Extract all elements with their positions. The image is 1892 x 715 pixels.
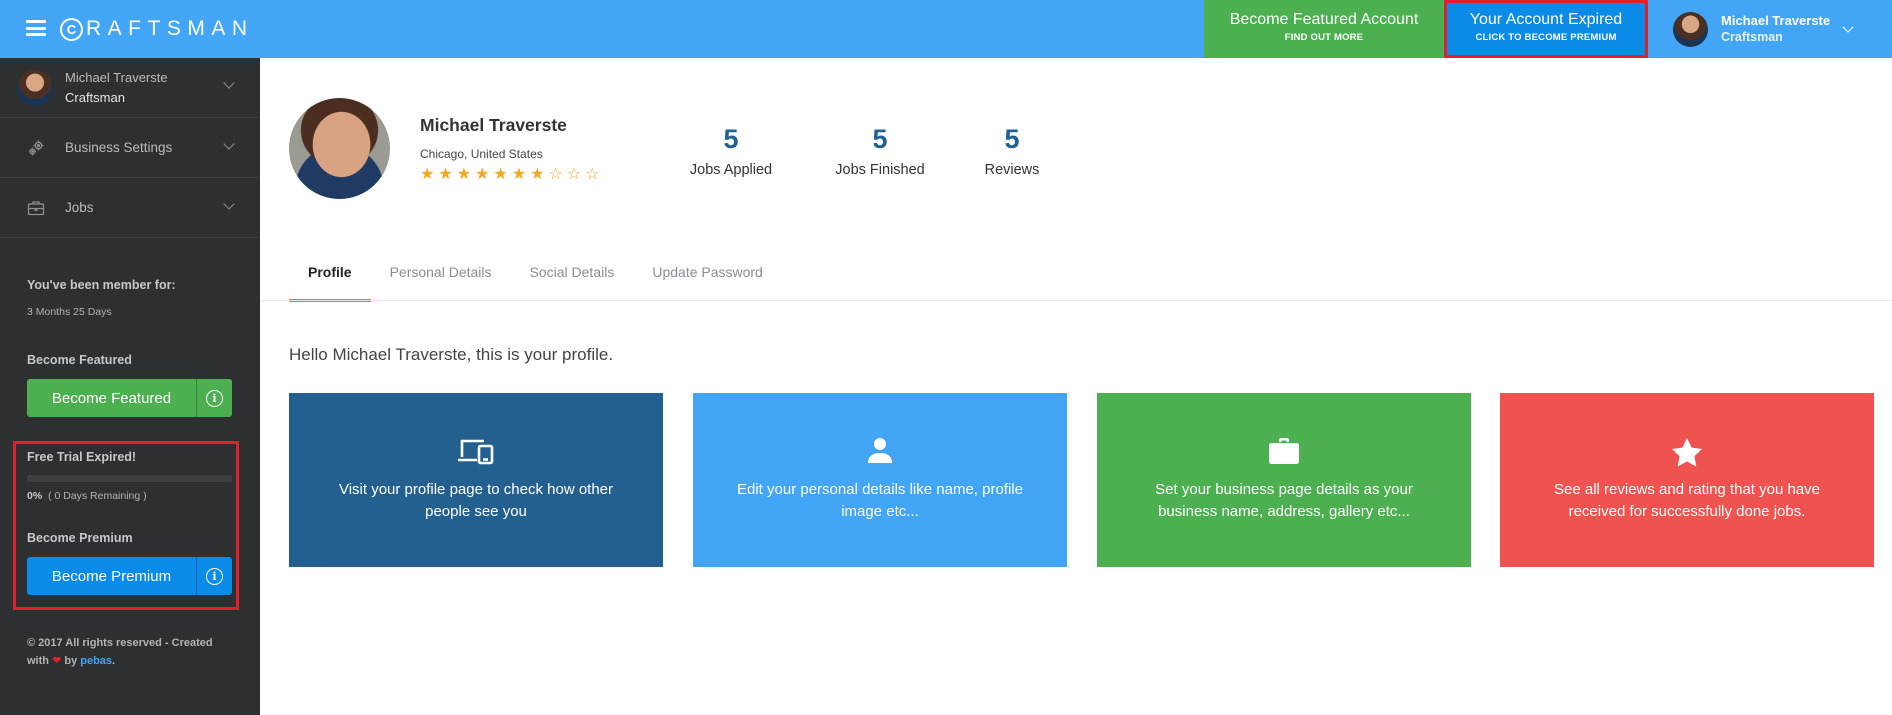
featured-subtitle: FIND OUT MORE <box>1284 32 1364 43</box>
info-icon: i <box>206 389 223 407</box>
star-filled-icon: ★ <box>456 166 472 183</box>
premium-info-button[interactable]: i <box>196 557 232 595</box>
sidebar: Michael Traverste Craftsman Business Set… <box>0 58 260 715</box>
sidebar-item-label: Business Settings <box>65 140 173 155</box>
greeting-text: Hello Michael Traverste, this is your pr… <box>289 345 614 364</box>
stat-jobs-finished: 5 Jobs Finished <box>810 124 950 178</box>
user-icon <box>693 437 1067 463</box>
become-premium-label: Become Premium <box>51 567 172 585</box>
logo-text: RAFTSMAN <box>86 17 254 40</box>
tabs-divider <box>260 300 1892 301</box>
tab-social-details[interactable]: Social Details <box>511 264 634 301</box>
logo-mark: C <box>60 17 83 41</box>
stat-value: 5 <box>872 124 888 154</box>
trial-progress-bar <box>27 475 232 482</box>
become-premium-title: Become Premium <box>27 531 133 545</box>
chevron-down-icon <box>1842 20 1854 33</box>
sidebar-user[interactable]: Michael Traverste Craftsman <box>0 58 260 118</box>
gears-icon <box>26 138 46 158</box>
become-featured-label: Become Featured <box>51 389 172 407</box>
stat-jobs-applied: 5 Jobs Applied <box>661 124 801 178</box>
footer-author-link[interactable]: pebas <box>80 655 112 667</box>
star-empty-icon: ☆ <box>566 166 582 183</box>
member-duration: 3 Months 25 Days <box>27 306 112 318</box>
profile-location: Chicago, United States <box>420 147 543 161</box>
become-featured-account-button[interactable]: Become Featured Account FIND OUT MORE <box>1204 0 1444 58</box>
expired-subtitle: CLICK TO BECOME PREMIUM <box>1475 32 1617 43</box>
profile-name: Michael Traverste <box>420 115 567 135</box>
tab-profile[interactable]: Profile <box>289 264 371 302</box>
user-menu[interactable]: Michael Traverste Craftsman <box>1650 0 1892 58</box>
star-filled-icon: ★ <box>438 166 453 183</box>
menu-icon[interactable] <box>26 20 46 36</box>
sidebar-item-jobs[interactable]: Jobs <box>0 178 260 238</box>
stat-label: Jobs Applied <box>689 162 773 178</box>
expired-title: Your Account Expired <box>1469 11 1623 28</box>
card-view-profile[interactable]: Visit your profile page to check how oth… <box>289 393 663 567</box>
sidebar-user-role: Craftsman <box>65 89 125 105</box>
devices-icon <box>289 437 663 465</box>
stat-reviews: 5 Reviews <box>942 124 1082 178</box>
become-premium-button[interactable]: Become Premium i <box>27 557 232 595</box>
footer-period: . <box>112 655 116 667</box>
footer-by: by <box>64 655 78 667</box>
card-text: Edit your personal details like name, pr… <box>737 481 1023 520</box>
trial-title: Free Trial Expired! <box>27 450 137 464</box>
trial-remaining: 0% ( 0 Days Remaining ) <box>27 490 147 502</box>
trial-days-remaining: ( 0 Days Remaining ) <box>48 490 147 502</box>
avatar <box>1673 11 1708 47</box>
chevron-down-icon <box>223 198 235 210</box>
trial-percent: 0% <box>27 490 43 502</box>
tab-personal-details[interactable]: Personal Details <box>371 264 511 301</box>
card-text: See all reviews and rating that you have… <box>1554 481 1820 520</box>
stat-label: Reviews <box>984 162 1040 178</box>
profile-tabs: Profile Personal Details Social Details … <box>289 264 782 302</box>
briefcase-icon <box>26 198 46 218</box>
sidebar-item-business-settings[interactable]: Business Settings <box>0 118 260 178</box>
profile-avatar <box>289 98 390 199</box>
star-filled-icon: ★ <box>420 166 435 183</box>
sidebar-item-label: Jobs <box>65 200 94 215</box>
sidebar-user-name: Michael Traverste <box>65 69 168 85</box>
heart-icon: ❤ <box>52 655 62 667</box>
account-expired-button[interactable]: Your Account Expired CLICK TO BECOME PRE… <box>1444 0 1648 58</box>
card-text: Visit your profile page to check how oth… <box>338 481 614 520</box>
featured-info-button[interactable]: i <box>196 379 232 417</box>
star-empty-icon: ☆ <box>585 166 600 183</box>
become-featured-button[interactable]: Become Featured i <box>27 379 232 417</box>
member-title: You've been member for: <box>27 278 176 292</box>
star-filled-icon: ★ <box>493 166 508 183</box>
card-reviews[interactable]: See all reviews and rating that you have… <box>1500 393 1874 567</box>
card-text: Set your business page details as your b… <box>1155 481 1413 520</box>
user-name: Michael Traverste <box>1721 13 1831 28</box>
star-empty-icon: ☆ <box>548 166 563 183</box>
become-featured-title: Become Featured <box>27 353 132 367</box>
chevron-down-icon <box>223 77 235 89</box>
top-navbar: C RAFTSMAN Become Featured Account FIND … <box>0 0 1892 58</box>
card-business-details[interactable]: Set your business page details as your b… <box>1097 393 1471 567</box>
rating-stars: ★ ★ ★ ★ ★ ★ ★ ☆ ☆ ☆ <box>420 166 599 184</box>
stat-value: 5 <box>1004 124 1020 154</box>
briefcase-icon <box>1097 437 1471 465</box>
info-icon: i <box>206 567 223 585</box>
avatar <box>17 69 53 106</box>
star-filled-icon: ★ <box>475 166 490 183</box>
star-icon <box>1500 437 1874 467</box>
star-filled-icon: ★ <box>511 166 527 183</box>
logo[interactable]: C RAFTSMAN <box>60 14 254 44</box>
stat-value: 5 <box>723 124 739 154</box>
sidebar-footer: © 2017 All rights reserved - Created wit… <box>27 634 237 670</box>
tab-update-password[interactable]: Update Password <box>633 264 782 301</box>
chevron-down-icon <box>223 138 235 150</box>
card-personal-details[interactable]: Edit your personal details like name, pr… <box>693 393 1067 567</box>
stat-label: Jobs Finished <box>835 162 925 178</box>
user-role: Craftsman <box>1721 30 1783 44</box>
star-filled-icon: ★ <box>530 166 545 183</box>
featured-title: Become Featured Account <box>1229 11 1419 28</box>
